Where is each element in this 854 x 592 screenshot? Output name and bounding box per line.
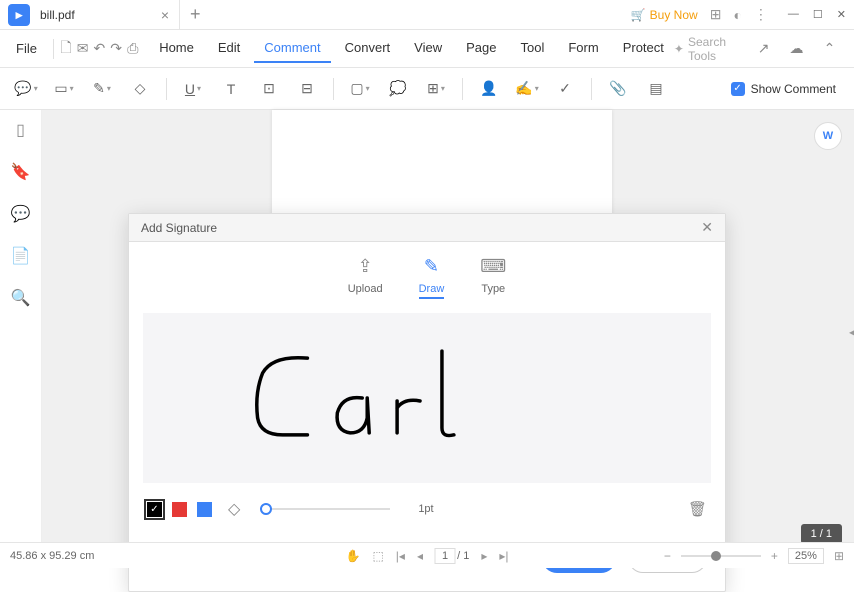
highlight-tool[interactable]: ▭▾ — [46, 75, 82, 103]
zoom-value[interactable]: 25% — [788, 548, 824, 564]
show-comment-toggle[interactable]: ✓ Show Comment — [731, 82, 846, 96]
undo-icon[interactable]: ↶ — [91, 40, 108, 57]
shape-tool[interactable]: ▢▾ — [342, 75, 378, 103]
draw-icon: ✎ — [424, 256, 439, 277]
menu-comment[interactable]: Comment — [254, 34, 330, 63]
close-dialog-icon[interactable]: ✕ — [701, 219, 713, 236]
underline-tool[interactable]: U▾ — [175, 75, 211, 103]
close-tab-icon[interactable]: × — [161, 7, 169, 23]
text-tool[interactable]: T — [213, 75, 249, 103]
expand-icon[interactable]: ⌃ — [819, 40, 840, 57]
menu-protect[interactable]: Protect — [613, 34, 674, 63]
note-tool[interactable]: 💬▾ — [8, 75, 44, 103]
page-icon[interactable]: 📄 — [11, 246, 31, 266]
draw-tools: ◇ 1pt 🗑 — [129, 489, 725, 529]
comment-tool[interactable]: 💭 — [380, 75, 416, 103]
search-icon[interactable]: 🔍 — [11, 288, 31, 308]
color-red[interactable] — [172, 502, 187, 517]
cursor-coords: 45.86 x 95.29 cm — [10, 550, 94, 562]
save-icon[interactable]: 🗋 — [58, 37, 75, 61]
word-export-badge[interactable]: W — [814, 122, 842, 150]
eraser-icon[interactable]: ◇ — [228, 499, 240, 519]
cloud-icon[interactable]: ☁ — [786, 40, 807, 57]
color-blue[interactable] — [197, 502, 212, 517]
menu-icon[interactable]: ⋮ — [754, 6, 768, 23]
add-tab-button[interactable]: + — [180, 4, 211, 25]
right-expand-icon[interactable]: ◂ — [849, 328, 854, 339]
close-window-button[interactable]: ✕ — [837, 8, 846, 21]
tab-upload[interactable]: ⇪ Upload — [348, 256, 383, 299]
zoom-slider[interactable] — [681, 555, 761, 557]
menu-view[interactable]: View — [404, 34, 452, 63]
left-sidebar: ▯ 🔖 💬 📄 🔍 — [0, 110, 42, 556]
title-bar: ▸ bill.pdf × + 🛒 Buy Now ⊞ ◐ ⋮ — ☐ ✕ — [0, 0, 854, 30]
menu-tool[interactable]: Tool — [511, 34, 555, 63]
callout-tool[interactable]: ⊟ — [289, 75, 325, 103]
fit-icon[interactable]: ⊞ — [834, 549, 844, 563]
dialog-header: Add Signature ✕ — [129, 214, 725, 242]
maximize-button[interactable]: ☐ — [813, 8, 823, 21]
signature-canvas[interactable] — [143, 313, 711, 483]
search-tools[interactable]: ✦ Search Tools — [674, 35, 741, 63]
share-icon[interactable]: ↗ — [753, 40, 774, 57]
stamp-tool[interactable]: 👤 — [471, 75, 507, 103]
first-page-icon[interactable]: |◂ — [396, 549, 405, 563]
file-menu[interactable]: File — [4, 41, 49, 56]
list-tool[interactable]: ▤ — [638, 75, 674, 103]
trash-icon[interactable]: 🗑 — [688, 500, 707, 518]
checkbox-icon: ✓ — [731, 82, 745, 96]
page-indicator: 1 / 1 — [801, 524, 842, 544]
menu-edit[interactable]: Edit — [208, 34, 250, 63]
stroke-size-label: 1pt — [418, 503, 433, 515]
last-page-icon[interactable]: ▸| — [499, 549, 508, 563]
document-tab[interactable]: bill.pdf × — [30, 0, 180, 30]
color-black[interactable] — [147, 502, 162, 517]
stroke-slider[interactable] — [260, 508, 390, 510]
minimize-button[interactable]: — — [788, 8, 799, 21]
user-icon[interactable]: ◐ — [733, 7, 741, 23]
add-signature-dialog: Add Signature ✕ ⇪ Upload ✎ Draw ⌨ Type — [128, 213, 726, 592]
zoom-out-icon[interactable]: − — [664, 549, 671, 563]
pencil-tool[interactable]: ✎▾ — [84, 75, 120, 103]
thumbnails-icon[interactable]: ▯ — [16, 120, 25, 140]
app-icon: ▸ — [8, 4, 30, 26]
type-icon: ⌨ — [480, 256, 506, 277]
main-area: ▯ 🔖 💬 📄 🔍 ▸ Total Cost: $5259.7 W 1 / 1 … — [0, 110, 854, 556]
menu-tabs: Home Edit Comment Convert View Page Tool… — [149, 34, 674, 63]
menu-page[interactable]: Page — [456, 34, 506, 63]
comment-toolbar: 💬▾ ▭▾ ✎▾ ◇ U▾ T ⊡ ⊟ ▢▾ 💭 ⊞▾ 👤 ✍▾ ✓ 📎 ▤ ✓… — [0, 68, 854, 110]
buy-now-link[interactable]: 🛒 Buy Now — [631, 8, 698, 22]
prev-page-icon[interactable]: ◂ — [417, 549, 423, 563]
select-tool-icon[interactable]: ⬚ — [372, 549, 383, 563]
menu-convert[interactable]: Convert — [335, 34, 401, 63]
measure-tool[interactable]: ⊞▾ — [418, 75, 454, 103]
page-input[interactable]: 1 / 1 — [435, 548, 469, 564]
redo-icon[interactable]: ↷ — [108, 40, 125, 57]
mail-icon[interactable]: ✉ — [74, 40, 91, 57]
tab-type[interactable]: ⌨ Type — [480, 256, 506, 299]
menu-home[interactable]: Home — [149, 34, 204, 63]
signature-tool[interactable]: ✍▾ — [509, 75, 545, 103]
comments-icon[interactable]: 💬 — [11, 204, 31, 224]
upload-icon: ⇪ — [358, 256, 373, 277]
textbox-tool[interactable]: ⊡ — [251, 75, 287, 103]
print-icon[interactable]: ⎙ — [124, 40, 141, 57]
next-page-icon[interactable]: ▸ — [481, 549, 487, 563]
signature-tabs: ⇪ Upload ✎ Draw ⌨ Type — [129, 242, 725, 307]
zoom-in-icon[interactable]: + — [771, 549, 778, 563]
gift-icon[interactable]: ⊞ — [710, 6, 722, 23]
hand-tool-icon[interactable]: ✋ — [346, 549, 361, 563]
tab-filename: bill.pdf — [40, 8, 75, 22]
tab-draw[interactable]: ✎ Draw — [419, 256, 445, 299]
status-bar: 45.86 x 95.29 cm ✋ ⬚ |◂ ◂ 1 / 1 ▸ ▸| − +… — [0, 542, 854, 568]
bookmark-icon[interactable]: 🔖 — [11, 162, 31, 182]
approve-tool[interactable]: ✓ — [547, 75, 583, 103]
eraser-tool[interactable]: ◇ — [122, 75, 158, 103]
dialog-title: Add Signature — [141, 221, 217, 235]
menu-bar: File 🗋 ✉ ↶ ↷ ⎙ Home Edit Comment Convert… — [0, 30, 854, 68]
menu-form[interactable]: Form — [558, 34, 608, 63]
attach-tool[interactable]: 📎 — [600, 75, 636, 103]
